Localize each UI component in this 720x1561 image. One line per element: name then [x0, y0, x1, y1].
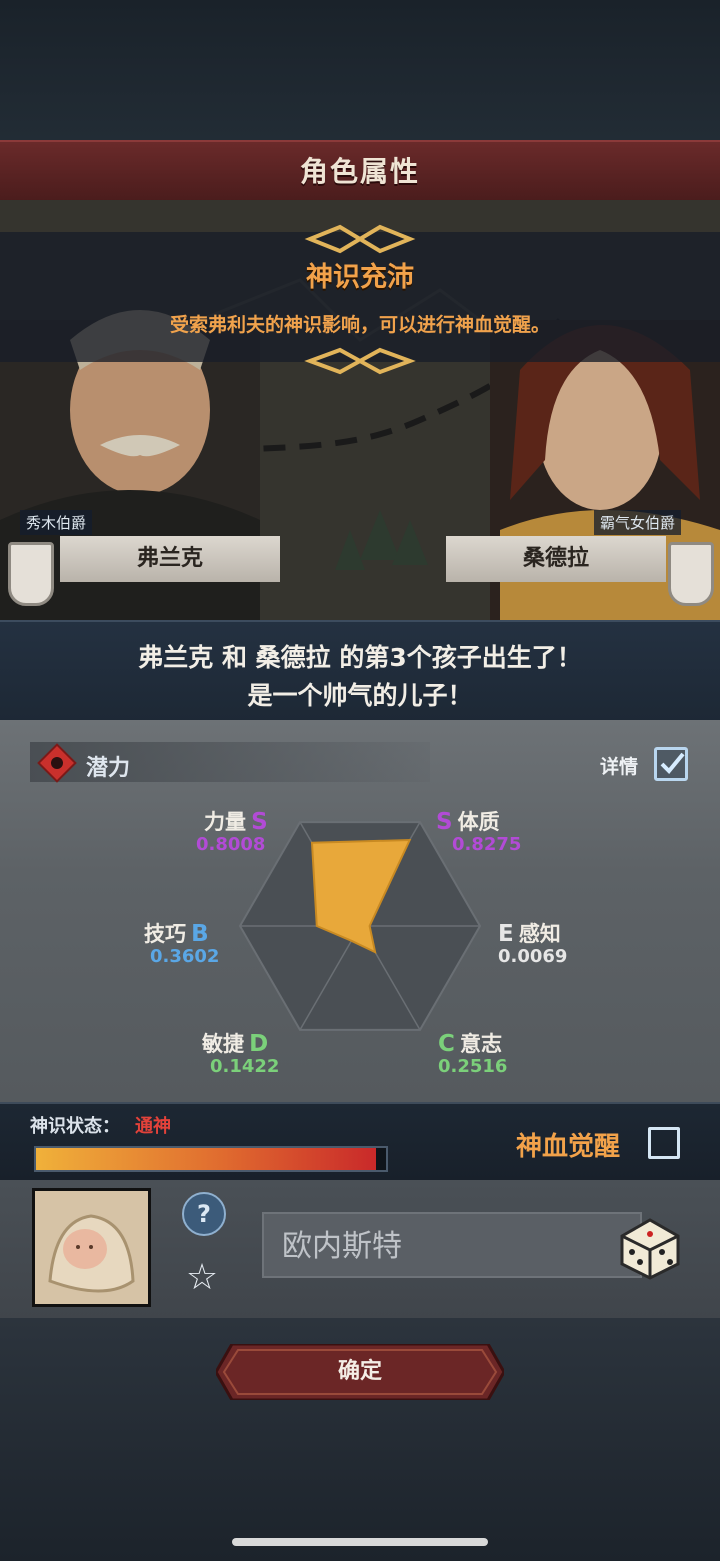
- stat-name: 意志: [459, 1032, 502, 1056]
- stat-grade: S: [251, 809, 268, 835]
- stat-grade: E: [498, 921, 514, 947]
- notice-text: 受索弗利夫的神识影响，可以进行神血觉醒。: [169, 314, 550, 336]
- stat-value: 0.3602: [150, 946, 220, 967]
- father-name: 弗兰克: [60, 536, 280, 582]
- stat-name: 体质: [457, 810, 500, 834]
- baby-portrait: [32, 1188, 151, 1307]
- ornament-bottom-icon: [304, 347, 416, 375]
- detail-checkbox[interactable]: [654, 747, 688, 781]
- confirm-button[interactable]: 确定: [216, 1344, 504, 1400]
- child-name-field[interactable]: 欧内斯特: [262, 1212, 642, 1278]
- divine-status-label: 神识状态：: [30, 1116, 120, 1137]
- stat-value: 0.8275: [452, 834, 522, 855]
- notice-title: 神识充沛: [306, 262, 414, 293]
- stat-grade: D: [249, 1031, 269, 1057]
- stat-agility: 敏捷 D: [202, 1028, 268, 1058]
- father-crest: [8, 542, 54, 606]
- stat-name: 感知: [518, 922, 561, 946]
- mother-title: 霸气女伯爵: [594, 510, 682, 535]
- stat-name: 敏捷: [202, 1032, 244, 1056]
- star-plus-icon[interactable]: ☆: [180, 1256, 224, 1300]
- stat-skill: 技巧 B: [144, 918, 209, 948]
- stat-value: 0.1422: [210, 1056, 280, 1077]
- stat-strength: 力量 S: [204, 806, 268, 836]
- top-backdrop: [0, 0, 720, 140]
- stat-grade: S: [436, 809, 453, 835]
- home-indicator[interactable]: [232, 1538, 488, 1546]
- detail-label: 详情: [600, 756, 639, 778]
- divine-status-value: 通神: [135, 1116, 171, 1137]
- potential-icon: [37, 743, 77, 783]
- divine-progress: [34, 1146, 388, 1172]
- dice-icon[interactable]: [612, 1206, 688, 1282]
- stat-value: 0.0069: [498, 946, 568, 967]
- stat-grade: C: [438, 1031, 455, 1057]
- stat-name: 技巧: [144, 922, 186, 946]
- potential-label: 潜力: [86, 756, 131, 781]
- stat-value: 0.2516: [438, 1056, 508, 1077]
- announcement-line-2: 是一个帅气的儿子！: [247, 681, 473, 710]
- stat-constitution: S 体质: [436, 806, 500, 836]
- ornament-top-icon: [304, 224, 416, 254]
- awaken-label: 神血觉醒: [516, 1132, 621, 1162]
- question-icon[interactable]: ?: [182, 1192, 226, 1236]
- stat-perception: E 感知: [498, 918, 561, 948]
- father-title: 秀木伯爵: [20, 510, 93, 535]
- mother-crest: [668, 542, 714, 606]
- baby-icon: [35, 1191, 148, 1304]
- stat-grade: B: [191, 921, 209, 947]
- stat-value: 0.8008: [196, 834, 266, 855]
- announcement-line-1: 弗兰克 和 桑德拉 的第3个孩子出生了！: [138, 643, 582, 672]
- mother-name: 桑德拉: [446, 536, 666, 582]
- awaken-checkbox[interactable]: [648, 1127, 680, 1159]
- stat-name: 力量: [204, 810, 246, 834]
- page-title: 角色属性: [299, 155, 420, 188]
- stat-will: C 意志: [438, 1028, 502, 1058]
- divine-progress-fill: [36, 1148, 376, 1170]
- check-icon: [660, 752, 685, 774]
